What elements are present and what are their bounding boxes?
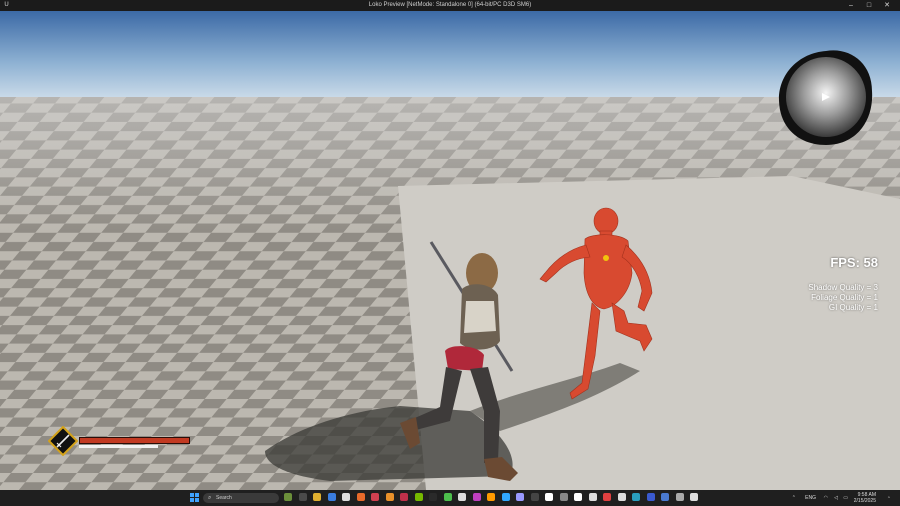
quality-settings-readout: Shadow Quality = 3 Foliage Quality = 1 G… bbox=[808, 283, 878, 313]
photoshop-icon[interactable] bbox=[501, 493, 510, 501]
app-icon[interactable] bbox=[356, 493, 365, 501]
app-icon[interactable] bbox=[400, 493, 408, 501]
stamina-bar bbox=[79, 445, 158, 448]
app-icon[interactable] bbox=[559, 493, 568, 501]
unreal-engine-icon[interactable] bbox=[545, 493, 553, 501]
window-title: Loko Preview [NetMode: Standalone 0] (64… bbox=[368, 2, 532, 8]
app-icon[interactable] bbox=[646, 493, 655, 501]
illustrator-icon[interactable] bbox=[487, 493, 495, 501]
language-indicator[interactable]: ENG bbox=[805, 490, 816, 506]
app-icon[interactable] bbox=[342, 493, 350, 501]
notification-bell-icon[interactable]: ◔ bbox=[887, 490, 890, 506]
app-icon[interactable] bbox=[617, 493, 626, 501]
task-view-icon[interactable] bbox=[298, 493, 307, 501]
game-scene bbox=[0, 11, 900, 490]
widgets-icon[interactable] bbox=[284, 493, 292, 501]
gi-quality-label: GI Quality = 1 bbox=[828, 303, 878, 312]
maximize-button[interactable]: □ bbox=[862, 0, 876, 11]
file-explorer-icon[interactable] bbox=[313, 493, 321, 501]
app-icon[interactable] bbox=[675, 493, 684, 501]
app-icon[interactable] bbox=[603, 493, 611, 501]
close-button[interactable]: ✕ bbox=[880, 0, 894, 11]
app-icon[interactable] bbox=[385, 493, 394, 501]
taskbar-date: 2/15/2025 bbox=[853, 498, 876, 504]
app-icon[interactable] bbox=[443, 493, 452, 501]
premiere-icon[interactable] bbox=[516, 493, 524, 501]
sky bbox=[0, 11, 900, 106]
battery-icon[interactable]: ▭ bbox=[843, 490, 848, 506]
stamina-bar-fill bbox=[79, 445, 158, 448]
game-viewport[interactable]: FPS: 58 Shadow Quality = 3 Foliage Quali… bbox=[0, 11, 900, 490]
minimize-button[interactable]: – bbox=[844, 0, 858, 11]
app-icon[interactable] bbox=[690, 493, 698, 501]
health-bar-fill bbox=[80, 438, 189, 443]
search-icon: ⌕ bbox=[208, 495, 212, 501]
fps-counter: FPS: 58 bbox=[830, 255, 878, 270]
wifi-icon[interactable]: ◠ bbox=[824, 490, 828, 506]
app-icon[interactable] bbox=[530, 493, 539, 501]
app-icon[interactable] bbox=[661, 493, 669, 501]
unreal-engine-icon[interactable] bbox=[574, 493, 582, 501]
window-title-bar[interactable]: U Loko Preview [NetMode: Standalone 0] (… bbox=[0, 0, 900, 11]
system-tray: ⌃ ENG ◠ ◁ ▭ 9:58 AM 2/15/2025 ◔ bbox=[782, 490, 892, 506]
chevron-up-icon[interactable]: ⌃ bbox=[792, 490, 796, 506]
windows-start-icon[interactable] bbox=[190, 493, 199, 502]
app-icon[interactable] bbox=[458, 493, 466, 501]
app-icon[interactable] bbox=[429, 493, 437, 501]
windows-taskbar: ⌕ Search ⌃ ENG ◠ ◁ ▭ 9:58 AM 2/15/2025 ◔ bbox=[0, 490, 900, 506]
taskbar-search-box[interactable]: ⌕ Search bbox=[203, 493, 279, 503]
sword-icon bbox=[48, 426, 78, 456]
app-icon[interactable] bbox=[588, 493, 597, 501]
minimap bbox=[778, 49, 872, 145]
volume-icon[interactable]: ◁ bbox=[834, 490, 838, 506]
shadow-quality-label: Shadow Quality = 3 bbox=[808, 283, 878, 292]
app-icon[interactable] bbox=[632, 493, 640, 501]
taskbar-clock[interactable]: 9:58 AM 2/15/2025 bbox=[854, 492, 876, 504]
chrome-icon[interactable] bbox=[327, 493, 336, 501]
search-placeholder: Search bbox=[216, 495, 232, 501]
app-icon[interactable] bbox=[472, 493, 481, 501]
health-bar bbox=[79, 437, 190, 444]
nvidia-icon[interactable] bbox=[414, 493, 423, 501]
foliage-quality-label: Foliage Quality = 1 bbox=[811, 293, 878, 302]
app-icon[interactable] bbox=[371, 493, 379, 501]
